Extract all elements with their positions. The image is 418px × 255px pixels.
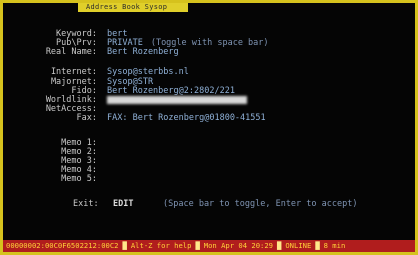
- memo-5-label: Memo 5:: [61, 174, 97, 184]
- window-title: Address Book Sysop: [78, 3, 188, 12]
- exit-label: Exit:: [73, 199, 99, 209]
- real-name-label: Real Name:: [45, 47, 97, 57]
- field-real-name[interactable]: Real Name: Bert Rozenberg: [3, 47, 415, 57]
- exit-hint: (Space bar to toggle, Enter to accept): [163, 199, 358, 209]
- status-datetime: Mon Apr 04 20:29: [203, 241, 274, 250]
- fax-label: Fax:: [76, 113, 97, 123]
- internet-value[interactable]: Sysop@sterbbs.nl: [107, 67, 189, 77]
- real-name-value[interactable]: Bert Rozenberg: [107, 47, 179, 57]
- status-online: ONLINE: [285, 241, 312, 250]
- worldlink-value-redacted[interactable]: [107, 96, 247, 104]
- exit-mode-toggle[interactable]: EDIT: [113, 199, 133, 209]
- terminal-screen: Address Book Sysop Keyword: bert Pub\Prv…: [0, 0, 418, 255]
- field-memo-5[interactable]: Memo 5:: [3, 174, 415, 184]
- status-bar: 00000002:00C0F6502212:00C2 █ Alt-Z for h…: [3, 240, 415, 252]
- internet-label: Internet:: [50, 67, 97, 77]
- field-internet[interactable]: Internet: Sysop@sterbbs.nl: [3, 67, 415, 77]
- status-session: 00000002:00C0F6502212:00C2: [6, 241, 119, 250]
- fax-value[interactable]: FAX: Bert Rozenberg@01800-41551: [107, 113, 266, 123]
- status-time-left: 8 min: [323, 241, 346, 250]
- field-fax[interactable]: Fax: FAX: Bert Rozenberg@01800-41551: [3, 113, 415, 123]
- status-help[interactable]: Alt-Z for help: [128, 240, 195, 252]
- exit-row[interactable]: Exit: EDIT (Space bar to toggle, Enter t…: [3, 199, 415, 209]
